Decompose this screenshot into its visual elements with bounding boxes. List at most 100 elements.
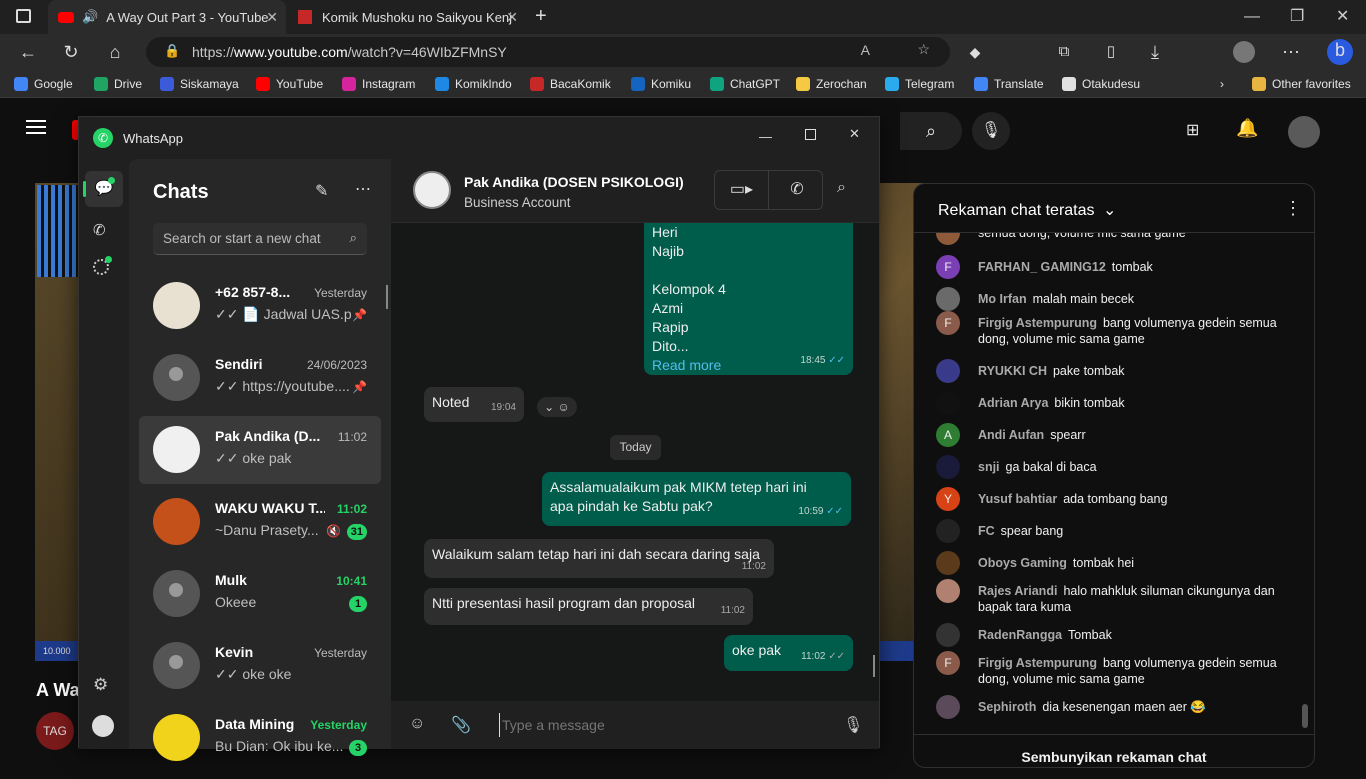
bookmark-youtube[interactable]: YouTube (256, 70, 323, 98)
bookmark-instagram[interactable]: Instagram (342, 70, 415, 98)
url-bar[interactable]: 🔒 https://www.youtube.com/watch?v=46WIbZ… (146, 37, 950, 67)
close-tab-icon[interactable]: ✕ (266, 9, 278, 26)
search-button[interactable]: ⌕ (900, 112, 962, 150)
back-icon[interactable]: ← (17, 41, 39, 63)
read-aloud-icon[interactable]: A (861, 42, 870, 58)
chat-author-avatar[interactable]: F (936, 651, 960, 675)
conversation-header[interactable]: Pak Andika (DOSEN PSIKOLOGI) Business Ac… (391, 159, 879, 223)
chat-list-item[interactable]: Kevin Yesterday ✓✓ oke oke (139, 632, 381, 700)
chat-author-name[interactable]: Oboys Gaming (978, 556, 1067, 570)
more-menu-icon[interactable]: ⋯ (1280, 41, 1302, 63)
chat-list-item[interactable]: Mulk 10:41 Okeee 1 (139, 560, 381, 628)
speaker-icon[interactable]: 🔊 (82, 9, 98, 25)
chat-author-name[interactable]: Mo Irfan (978, 292, 1027, 306)
conversation-search-icon[interactable]: ⌕ (837, 179, 846, 197)
bookmark-bacakomik[interactable]: BacaKomik (530, 70, 611, 98)
message-bubble[interactable]: oke pak 11:02 ✓✓ (724, 635, 853, 671)
new-tab-button[interactable]: + (535, 5, 547, 28)
message-bubble[interactable]: Heri Najib Kelompok 4 Azmi Rapip Dito... Read… (644, 223, 853, 375)
wa-maximize-button[interactable] (805, 129, 816, 140)
chat-list-item[interactable]: Pak Andika (D... 11:02 ✓✓ oke pak (139, 416, 381, 484)
message-bubble[interactable]: Assalamualaikum pak MIKM tetep hari ini … (542, 472, 851, 526)
chat-author-name[interactable]: RYUKKI CH (978, 364, 1047, 378)
chat-author-avatar[interactable] (936, 579, 960, 603)
wa-minimize-button[interactable]: — (759, 129, 772, 144)
voice-call-icon[interactable]: ✆ (770, 171, 824, 209)
attach-icon[interactable]: 📎 (451, 715, 471, 735)
chat-author-avatar[interactable]: F (936, 311, 960, 335)
bookmark-komikindo[interactable]: KomikIndo (435, 70, 512, 98)
message-bubble[interactable]: Walaikum salam tetap hari ini dah secara… (424, 539, 774, 578)
home-icon[interactable]: ⌂ (104, 41, 126, 63)
wa-close-button[interactable]: ✕ (849, 126, 860, 142)
bookmark-chatgpt[interactable]: ChatGPT (710, 70, 780, 98)
account-avatar[interactable] (1288, 116, 1320, 148)
chat-author-avatar[interactable] (936, 391, 960, 415)
close-tab-icon[interactable]: ✕ (506, 9, 518, 26)
tab-actions-icon[interactable] (16, 9, 31, 23)
status-nav-icon[interactable] (93, 256, 112, 275)
chat-author-name[interactable]: Firgig Astempurung (978, 316, 1097, 330)
settings-gear-icon[interactable]: ⚙ (93, 675, 108, 695)
extension-ublock-icon[interactable]: ◆ (964, 41, 986, 63)
chat-list-item[interactable]: Sendiri 24/06/2023 ✓✓ https://youtube.... 📌 (139, 344, 381, 412)
chat-author-name[interactable]: Rajes Ariandi (978, 584, 1057, 598)
chat-author-avatar[interactable] (936, 359, 960, 383)
chat-author-avatar[interactable]: F (936, 255, 960, 279)
bookmark-otakudesu[interactable]: Otakudesu (1062, 70, 1140, 98)
chat-list-more-icon[interactable]: ⋯ (355, 179, 371, 199)
hamburger-menu-icon[interactable] (26, 120, 46, 134)
split-screen-icon[interactable]: ▯ (1100, 41, 1122, 63)
profile-avatar[interactable] (92, 715, 114, 737)
chat-author-avatar[interactable] (936, 519, 960, 543)
chat-header[interactable]: Rekaman chat teratas ⌄ (938, 200, 1116, 220)
downloads-icon[interactable]: ⤓ (1144, 41, 1166, 63)
bookmark-siskamaya[interactable]: Siskamaya (160, 70, 239, 98)
chat-author-avatar[interactable] (936, 551, 960, 575)
bookmark-translate[interactable]: Translate (974, 70, 1044, 98)
chat-author-name[interactable]: Adrian Arya (978, 396, 1048, 410)
bookmark-telegram[interactable]: Telegram (885, 70, 954, 98)
extensions-icon[interactable]: ⧉ (1053, 41, 1075, 63)
video-call-icon[interactable]: ▭▸ (715, 171, 769, 209)
minimize-button[interactable]: — (1244, 8, 1260, 26)
search-input[interactable]: Search or start a new chat ⌕ (153, 223, 367, 255)
other-favorites-folder[interactable]: Other favorites (1252, 70, 1351, 98)
chat-author-avatar[interactable]: Y (936, 487, 960, 511)
bookmark-zerochan[interactable]: Zerochan (796, 70, 867, 98)
chats-nav-icon[interactable]: 💬 (83, 171, 123, 207)
chat-author-name[interactable]: Sephiroth (978, 700, 1036, 714)
messages-scrollbar[interactable] (873, 655, 875, 677)
message-bubble[interactable]: Noted 19:04 (424, 387, 524, 422)
hide-chat-replay-button[interactable]: Sembunyikan rekaman chat (914, 734, 1314, 768)
create-icon[interactable]: ⊞ (1186, 120, 1199, 140)
message-chevron-icon[interactable]: ⌄ ☺ (537, 397, 577, 417)
bookmark-drive[interactable]: Drive (94, 70, 142, 98)
close-window-button[interactable]: ✕ (1336, 6, 1349, 26)
chat-list-scrollbar[interactable] (386, 285, 388, 309)
chat-list-item[interactable]: +62 857-8... Yesterday ✓✓ 📄 Jadwal UAS.p..… (139, 272, 381, 340)
voice-search-button[interactable]: 🎙 (972, 112, 1010, 150)
chat-author-avatar[interactable] (936, 695, 960, 719)
bing-copilot-icon[interactable]: b (1327, 39, 1353, 65)
bookmark-komiku[interactable]: Komiku (631, 70, 691, 98)
chat-list-item[interactable]: Data Mining Yesterday Bu Dian: Ok ibu ke..… (139, 704, 381, 772)
profile-avatar[interactable] (1233, 41, 1255, 63)
refresh-icon[interactable]: ↻ (60, 41, 82, 63)
chat-author-name[interactable]: RadenRangga (978, 628, 1062, 642)
tab-komik[interactable]: Komik Mushoku no Saikyou Kenj ✕ (288, 0, 526, 34)
chat-author-avatar[interactable] (936, 455, 960, 479)
chat-more-icon[interactable]: ⋮ (1284, 198, 1302, 219)
bookmarks-overflow-icon[interactable]: › (1220, 70, 1224, 98)
contact-avatar[interactable] (413, 171, 451, 209)
chat-author-name[interactable]: FC (978, 524, 995, 538)
chat-author-avatar[interactable] (936, 233, 960, 245)
new-chat-icon[interactable]: ✎ (315, 181, 328, 201)
tab-youtube[interactable]: 🔊 A Way Out Part 3 - YouTube ✕ (48, 0, 286, 34)
calls-nav-icon[interactable]: ✆ (93, 221, 106, 239)
favorite-star-icon[interactable]: ☆ (917, 41, 930, 58)
message-input[interactable] (499, 713, 829, 737)
chat-author-name[interactable]: Firgig Astempurung (978, 656, 1097, 670)
chat-scrollbar[interactable] (1302, 704, 1308, 728)
microphone-icon[interactable]: 🎙 (843, 715, 863, 735)
